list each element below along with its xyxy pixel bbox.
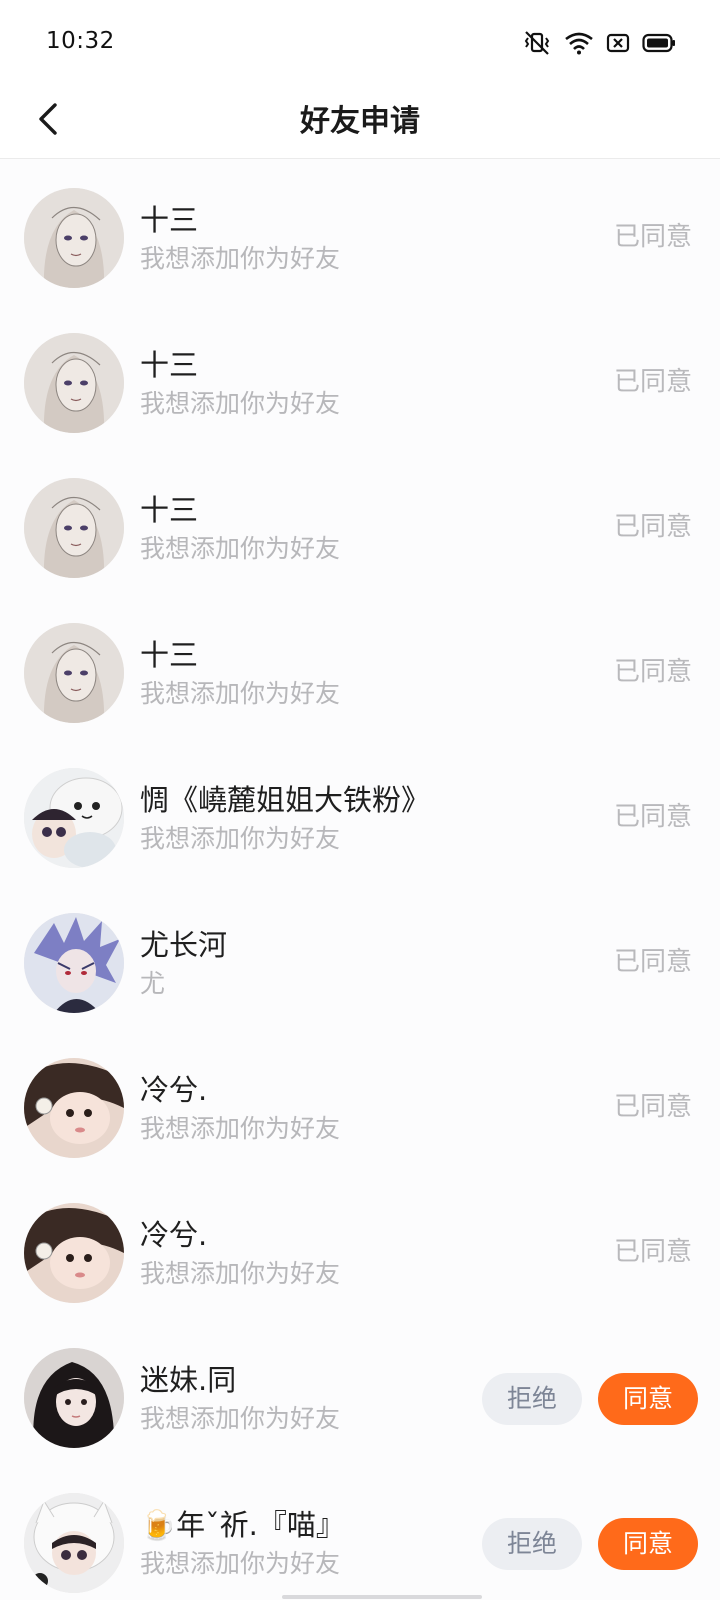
status-bar: 10:32 xyxy=(0,0,720,86)
request-row[interactable]: 尤长河 尤 已同意 xyxy=(0,884,720,1032)
request-message: 我想添加你为好友 xyxy=(140,1114,341,1143)
request-row[interactable]: 惆《嶢麓姐姐大铁粉》 我想添加你为好友 已同意 xyxy=(0,739,720,887)
requester-name: 迷妹.同 xyxy=(140,1363,237,1397)
requester-name: 十三 xyxy=(140,493,199,527)
requester-name: 惆《嶢麓姐姐大铁粉》 xyxy=(140,783,431,817)
battery-icon xyxy=(642,33,676,53)
request-row[interactable]: 冷兮. 我想添加你为好友 已同意 xyxy=(0,1174,720,1322)
request-message: 我想添加你为好友 xyxy=(140,1549,341,1578)
avatar[interactable] xyxy=(24,768,124,868)
status-label-accepted: 已同意 xyxy=(613,222,692,252)
reject-button[interactable]: 拒绝 xyxy=(482,1373,582,1425)
app-header: 好友申请 xyxy=(0,86,720,159)
requester-name: 尤长河 xyxy=(140,928,228,962)
request-row[interactable]: 迷妹.同 我想添加你为好友 拒绝 同意 xyxy=(0,1319,720,1467)
status-label-accepted: 已同意 xyxy=(613,947,692,977)
page-title: 好友申请 xyxy=(300,104,420,139)
status-label-accepted: 已同意 xyxy=(613,512,692,542)
status-label-accepted: 已同意 xyxy=(613,1237,692,1267)
avatar[interactable] xyxy=(24,1058,124,1158)
request-message: 我想添加你为好友 xyxy=(140,1259,341,1288)
avatar[interactable] xyxy=(24,1348,124,1448)
vibrate-icon xyxy=(522,30,552,56)
request-message: 尤 xyxy=(140,969,166,998)
requester-name: 十三 xyxy=(140,203,199,237)
avatar[interactable] xyxy=(24,188,124,288)
requester-name: 冷兮. xyxy=(140,1073,208,1107)
sim-blocked-icon xyxy=(606,32,630,54)
scroll-indicator[interactable] xyxy=(282,1595,482,1599)
request-message: 我想添加你为好友 xyxy=(140,244,341,273)
status-label-accepted: 已同意 xyxy=(613,657,692,687)
accept-button[interactable]: 同意 xyxy=(598,1518,698,1570)
request-message: 我想添加你为好友 xyxy=(140,389,341,418)
request-row[interactable]: 十三 我想添加你为好友 已同意 xyxy=(0,304,720,452)
avatar[interactable] xyxy=(24,1493,124,1593)
avatar[interactable] xyxy=(24,333,124,433)
request-message: 我想添加你为好友 xyxy=(140,824,341,853)
request-row[interactable]: 冷兮. 我想添加你为好友 已同意 xyxy=(0,1029,720,1177)
avatar[interactable] xyxy=(24,478,124,578)
requester-name: 十三 xyxy=(140,638,199,672)
request-message: 我想添加你为好友 xyxy=(140,679,341,708)
requester-name: 冷兮. xyxy=(140,1218,208,1252)
friend-request-list[interactable]: 十三 我想添加你为好友 已同意 十三 我想添加你为好友 已同意 十三 我想添加你… xyxy=(0,159,720,1600)
status-label-accepted: 已同意 xyxy=(613,367,692,397)
wifi-icon xyxy=(564,31,594,55)
request-row[interactable]: 十三 我想添加你为好友 已同意 xyxy=(0,159,720,307)
avatar[interactable] xyxy=(24,623,124,723)
reject-button[interactable]: 拒绝 xyxy=(482,1518,582,1570)
avatar[interactable] xyxy=(24,1203,124,1303)
request-row[interactable]: 十三 我想添加你为好友 已同意 xyxy=(0,449,720,597)
avatar[interactable] xyxy=(24,913,124,1013)
requester-name: 十三 xyxy=(140,348,199,382)
requester-name: 🍺年ˇ祈.『喵』 xyxy=(140,1508,345,1542)
status-time: 10:32 xyxy=(46,28,115,54)
status-label-accepted: 已同意 xyxy=(613,802,692,832)
status-icons xyxy=(522,28,676,58)
request-row[interactable]: 十三 我想添加你为好友 已同意 xyxy=(0,594,720,742)
request-message: 我想添加你为好友 xyxy=(140,534,341,563)
accept-button[interactable]: 同意 xyxy=(598,1373,698,1425)
status-label-accepted: 已同意 xyxy=(613,1092,692,1122)
request-row[interactable]: 🍺年ˇ祈.『喵』 我想添加你为好友 拒绝 同意 xyxy=(0,1464,720,1600)
request-message: 我想添加你为好友 xyxy=(140,1404,341,1433)
